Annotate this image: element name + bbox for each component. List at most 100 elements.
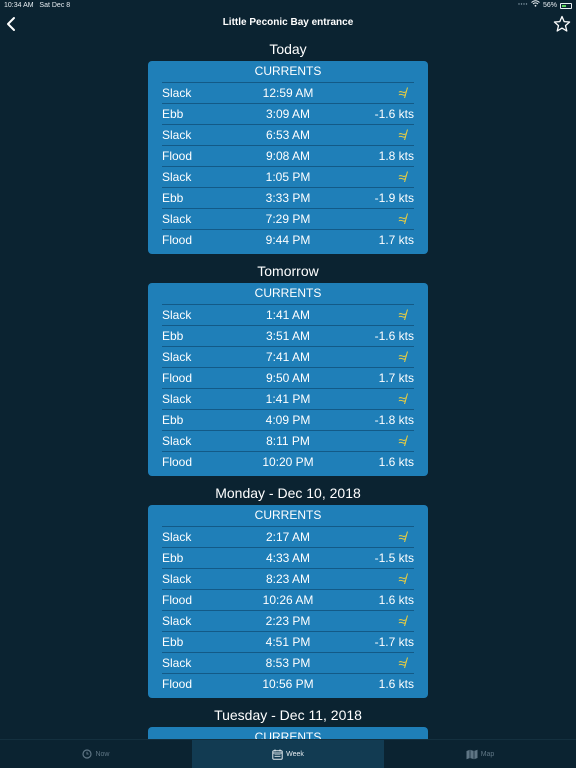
current-row: Slack 12:59 AM ≉ bbox=[162, 82, 414, 103]
day-heading: Today bbox=[269, 41, 307, 57]
tab-bar: Now Week Map bbox=[0, 739, 576, 768]
slack-icon: ≉ bbox=[398, 127, 406, 143]
slack-icon: ≉ bbox=[398, 433, 406, 449]
clock-icon bbox=[82, 749, 93, 759]
battery-icon bbox=[560, 3, 572, 9]
tab-map[interactable]: Map bbox=[384, 740, 576, 768]
current-row: Slack 8:23 AM ≉ bbox=[162, 568, 414, 589]
slack-icon: ≉ bbox=[398, 169, 406, 185]
current-speed: 1.8 kts bbox=[378, 149, 414, 163]
current-time: 1:41 PM bbox=[265, 392, 311, 406]
current-row: Ebb 3:33 PM -1.9 kts bbox=[162, 187, 414, 208]
current-row: Slack 1:41 AM ≉ bbox=[162, 304, 414, 325]
current-time: 2:17 AM bbox=[265, 530, 311, 544]
current-speed: 1.6 kts bbox=[378, 677, 414, 691]
slack-icon: ≉ bbox=[398, 391, 406, 407]
current-row: Flood 10:56 PM 1.6 kts bbox=[162, 673, 414, 694]
current-speed: -1.5 kts bbox=[374, 551, 414, 565]
day-heading: Monday - Dec 10, 2018 bbox=[215, 485, 361, 501]
status-bar: 10:34 AM Sat Dec 8 56% bbox=[0, 0, 576, 12]
current-speed: 1.6 kts bbox=[378, 593, 414, 607]
current-row: Ebb 4:33 AM -1.5 kts bbox=[162, 547, 414, 568]
status-time: 10:34 AM bbox=[4, 2, 34, 9]
current-time: 1:05 PM bbox=[265, 170, 311, 184]
section-title: CURRENTS bbox=[254, 508, 322, 522]
tide-list[interactable]: Today CURRENTS Slack 12:59 AM ≉ Ebb 3:09 AM -1.… bbox=[0, 38, 576, 740]
current-time: 8:53 PM bbox=[265, 656, 311, 670]
battery-fill bbox=[562, 5, 566, 7]
slack-icon: ≉ bbox=[398, 529, 406, 545]
current-time: 10:56 PM bbox=[262, 677, 314, 691]
current-speed: 1.6 kts bbox=[378, 455, 414, 469]
current-row: Ebb 3:51 AM -1.6 kts bbox=[162, 325, 414, 346]
current-row: Flood 9:50 AM 1.7 kts bbox=[162, 367, 414, 388]
current-row: Flood 10:26 AM 1.6 kts bbox=[162, 589, 414, 610]
calendar-icon bbox=[272, 749, 283, 760]
slack-icon: ≉ bbox=[398, 211, 406, 227]
current-time: 7:29 PM bbox=[265, 212, 311, 226]
current-row: Slack 8:53 PM ≉ bbox=[162, 652, 414, 673]
current-row: Slack 1:41 PM ≉ bbox=[162, 388, 414, 409]
status-right: 56% bbox=[518, 0, 572, 12]
tab-week-label: Week bbox=[286, 750, 304, 758]
tab-week[interactable]: Week bbox=[192, 740, 384, 768]
star-icon bbox=[553, 15, 571, 32]
wifi-icon bbox=[531, 0, 540, 12]
slack-icon: ≉ bbox=[398, 307, 406, 323]
tab-map-label: Map bbox=[480, 750, 495, 758]
current-speed: 1.7 kts bbox=[378, 371, 414, 385]
favorite-button[interactable] bbox=[552, 14, 572, 34]
slack-icon: ≉ bbox=[398, 85, 406, 101]
current-row: Slack 2:17 AM ≉ bbox=[162, 526, 414, 547]
currents-card: CURRENTS Slack 2:17 AM ≉ Ebb 4:33 AM -1.5 kts S… bbox=[148, 505, 428, 698]
tab-now[interactable]: Now bbox=[0, 740, 192, 768]
slack-icon: ≉ bbox=[398, 571, 406, 587]
current-speed: -1.7 kts bbox=[374, 635, 414, 649]
battery-percent: 56% bbox=[542, 2, 557, 9]
current-row: Slack 7:29 PM ≉ bbox=[162, 208, 414, 229]
current-time: 10:20 PM bbox=[262, 455, 314, 469]
current-row: Ebb 4:51 PM -1.7 kts bbox=[162, 631, 414, 652]
current-row: Ebb 3:09 AM -1.6 kts bbox=[162, 103, 414, 124]
current-row: Slack 8:11 PM ≉ bbox=[162, 430, 414, 451]
section-title: CURRENTS bbox=[254, 286, 322, 300]
current-time: 1:41 AM bbox=[265, 308, 311, 322]
current-time: 9:08 AM bbox=[265, 149, 311, 163]
tab-now-label: Now bbox=[95, 750, 110, 758]
current-speed: -1.9 kts bbox=[374, 191, 414, 205]
current-time: 8:11 PM bbox=[266, 434, 310, 448]
current-row: Flood 9:44 PM 1.7 kts bbox=[162, 229, 414, 250]
current-row: Slack 2:23 PM ≉ bbox=[162, 610, 414, 631]
current-time: 7:41 AM bbox=[265, 350, 311, 364]
current-time: 12:59 AM bbox=[262, 86, 314, 100]
slack-icon: ≉ bbox=[398, 349, 406, 365]
current-time: 9:50 AM bbox=[265, 371, 311, 385]
status-date: Sat Dec 8 bbox=[39, 2, 71, 9]
current-time: 2:23 PM bbox=[265, 614, 311, 628]
currents-card: CURRENTS Slack 12:59 AM ≉ Ebb 3:09 AM -1.6 kts… bbox=[148, 61, 428, 254]
slack-icon: ≉ bbox=[398, 613, 406, 629]
current-speed: 1.7 kts bbox=[378, 233, 414, 247]
current-speed: -1.6 kts bbox=[374, 329, 414, 343]
current-row: Slack 7:41 AM ≉ bbox=[162, 346, 414, 367]
current-speed: -1.8 kts bbox=[374, 413, 414, 427]
current-row: Ebb 4:09 PM -1.8 kts bbox=[162, 409, 414, 430]
signal-icon bbox=[518, 0, 528, 12]
page-title: Little Peconic Bay entrance bbox=[222, 17, 354, 28]
day-heading: Tuesday - Dec 11, 2018 bbox=[214, 707, 362, 723]
current-time: 10:26 AM bbox=[262, 593, 314, 607]
nav-bar: Little Peconic Bay entrance bbox=[0, 12, 576, 36]
current-time: 8:23 AM bbox=[265, 572, 311, 586]
current-row: Flood 10:20 PM 1.6 kts bbox=[162, 451, 414, 472]
current-row: Slack 1:05 PM ≉ bbox=[162, 166, 414, 187]
current-speed: -1.6 kts bbox=[374, 107, 414, 121]
current-row: Flood 9:08 AM 1.8 kts bbox=[162, 145, 414, 166]
status-left: 10:34 AM Sat Dec 8 bbox=[4, 0, 70, 12]
map-icon bbox=[466, 749, 478, 759]
currents-card: CURRENTS Slack 1:41 AM ≉ Ebb 3:51 AM -1.6 kts S… bbox=[148, 283, 428, 476]
section-title: CURRENTS bbox=[254, 64, 322, 78]
current-row: Slack 6:53 AM ≉ bbox=[162, 124, 414, 145]
current-time: 6:53 AM bbox=[265, 128, 311, 142]
slack-icon: ≉ bbox=[398, 655, 406, 671]
current-time: 9:44 PM bbox=[265, 233, 311, 247]
